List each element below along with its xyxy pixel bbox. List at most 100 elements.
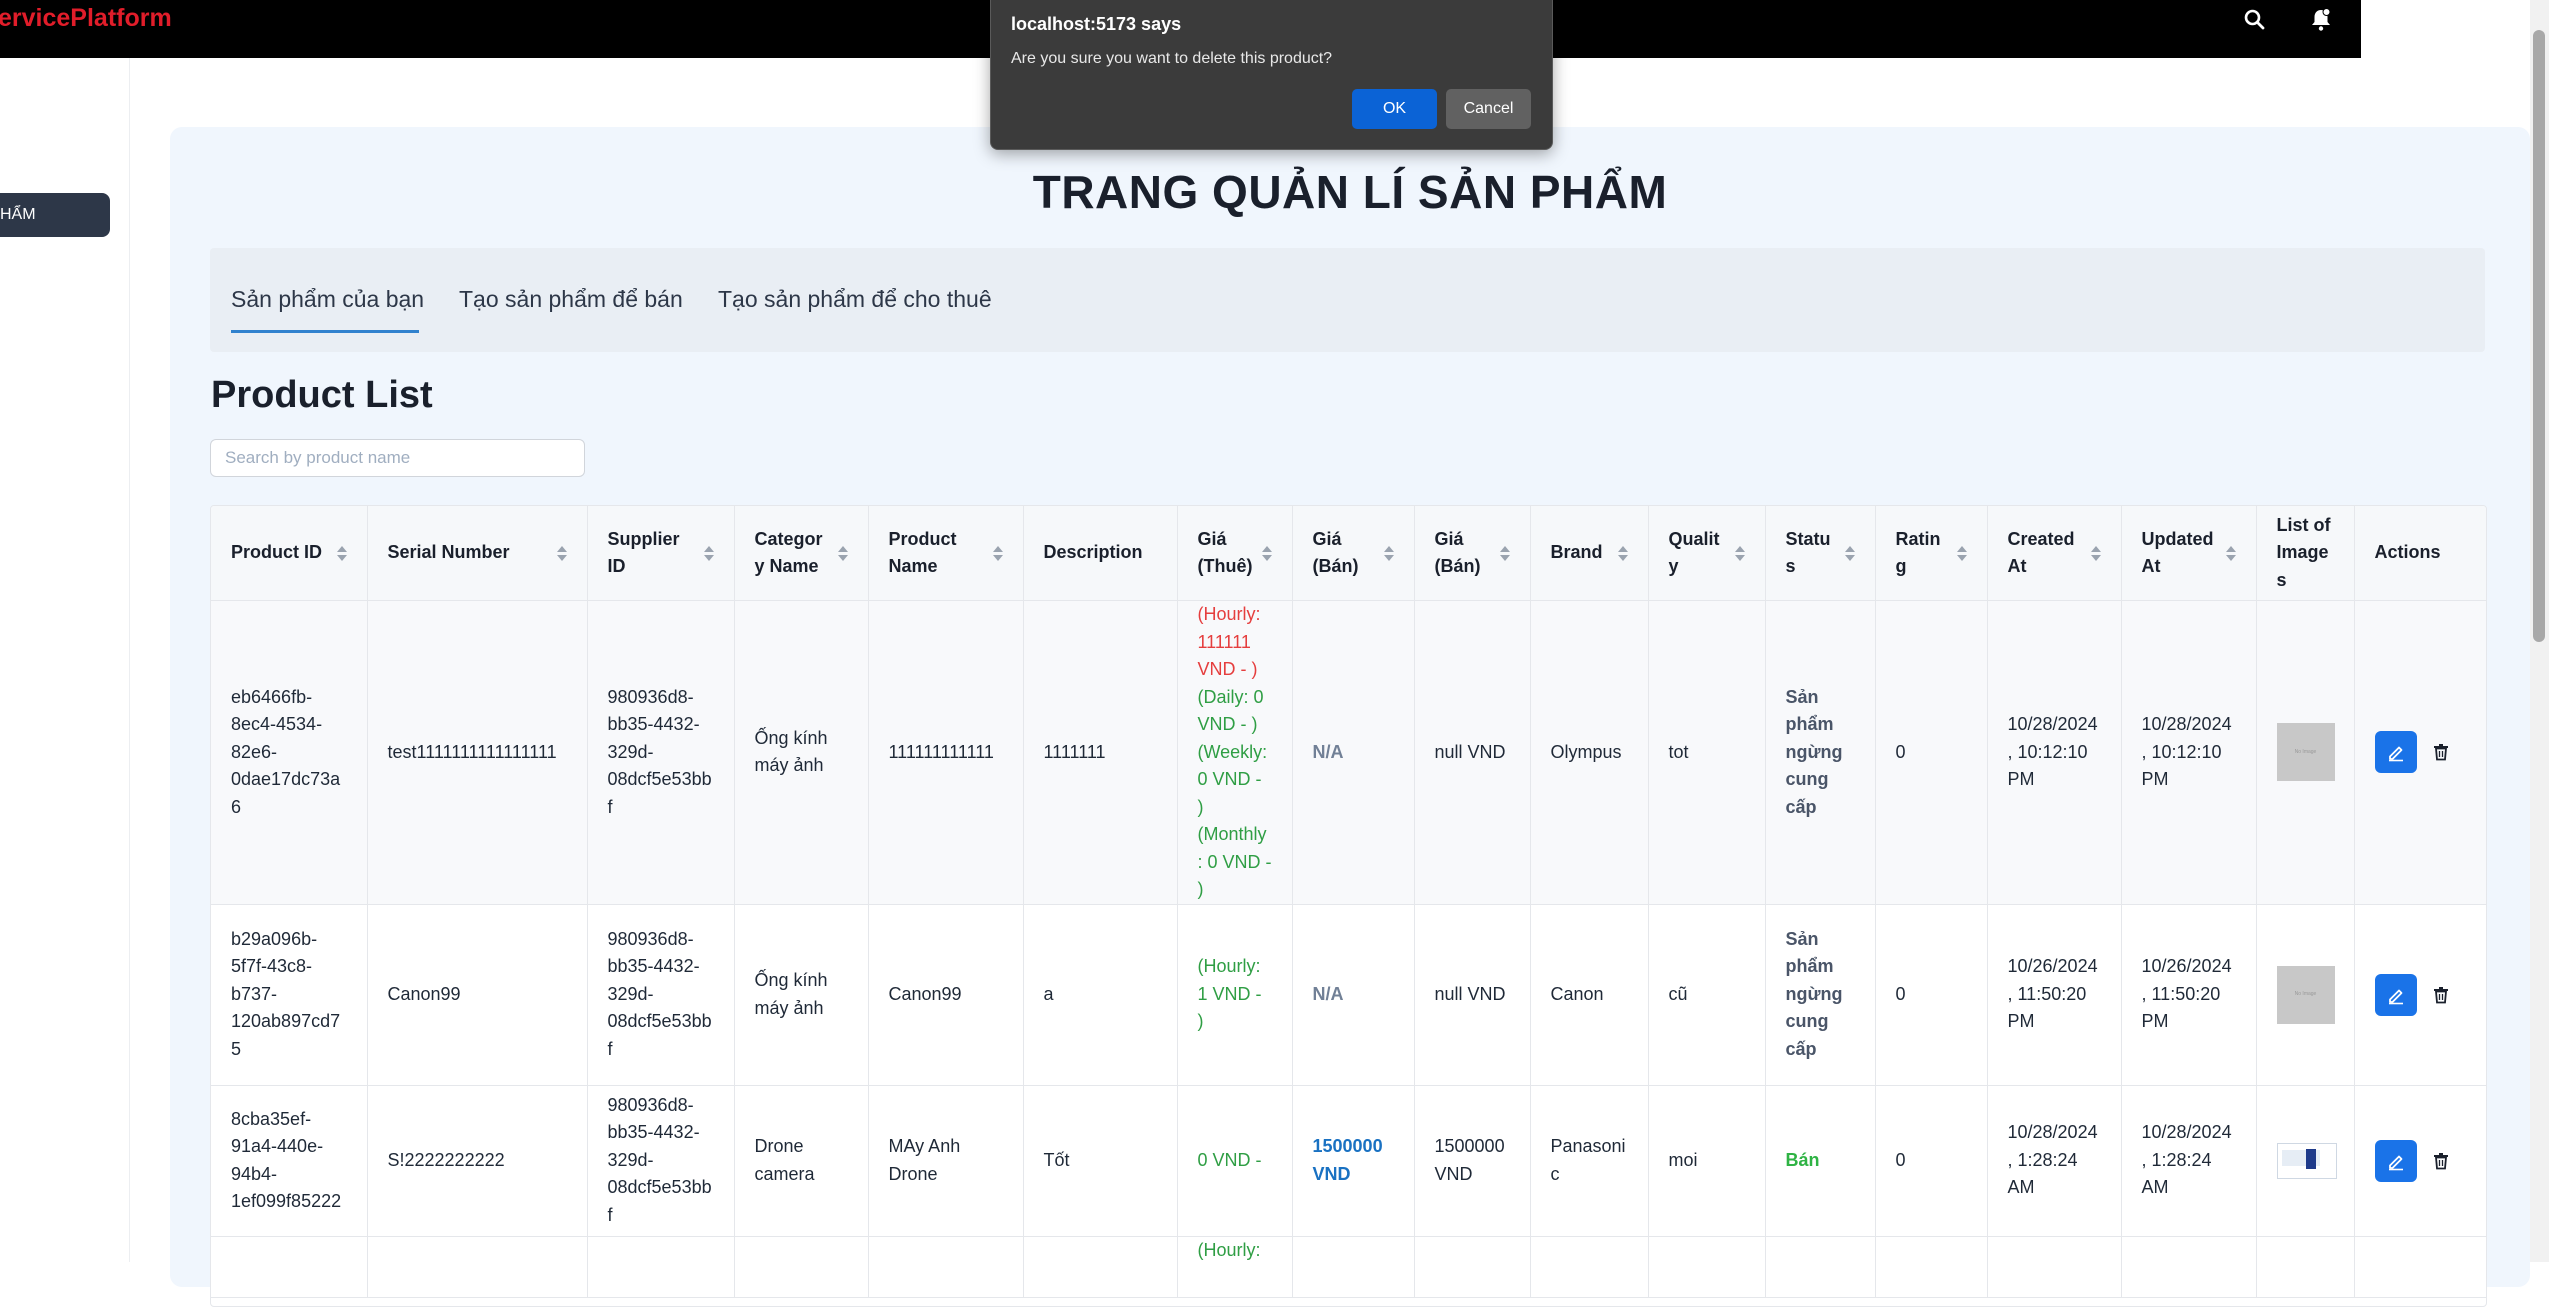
column-header-content[interactable]: Serial Number <box>388 539 567 567</box>
column-header-content[interactable]: Product ID <box>231 539 347 567</box>
pencil-icon <box>2388 746 2403 762</box>
product-id-cell-text: eb6466fb-8ec4-4534-82e6-0dae17dc73a6 <box>231 686 341 817</box>
column-header-content[interactable]: Giá (Bán) <box>1435 526 1510 581</box>
bell-icon[interactable] <box>2307 6 2335 34</box>
search-icon[interactable] <box>2241 6 2269 34</box>
sort-icon[interactable] <box>336 545 347 561</box>
updated-at-cell <box>2121 1236 2257 1298</box>
product-image-placeholder[interactable]: No Image <box>2276 723 2335 782</box>
rating-cell: 0 <box>1875 600 1988 905</box>
product-id-cell-text: 8cba35ef-91a4-440e-94b4-1ef099f85222 <box>231 1108 342 1212</box>
tab-create-sale-product[interactable]: Tạo sản phẩm để bán <box>459 286 683 313</box>
scrollbar-thumb[interactable] <box>2533 30 2545 642</box>
product-image-thumbnail[interactable] <box>2276 1142 2337 1179</box>
product-name-cell: 111111111111 <box>868 600 1024 905</box>
pencil-icon <box>2388 989 2403 1004</box>
product-name-cell-text: MAy Anh Drone <box>888 1136 961 1184</box>
edit-button[interactable] <box>2374 1139 2417 1182</box>
confirm-dialog: localhost:5173 says Are you sure you wan… <box>990 0 1553 150</box>
sort-icon[interactable] <box>837 545 848 561</box>
column-header: List of Images <box>2256 506 2355 601</box>
status-cell-text: Sản phẩm ngừng cung cấp <box>1785 686 1843 817</box>
placeholder-label: No Image <box>2294 748 2317 755</box>
quality-cell: cũ <box>1648 904 1766 1086</box>
column-header-content[interactable]: Product Name <box>889 526 1003 581</box>
brand-logo[interactable]: ervicePlatform <box>0 4 172 33</box>
created-at-cell: 10/28/2024, 10:12:10 PM <box>1987 600 2122 905</box>
rating-cell: 0 <box>1875 904 1988 1086</box>
price-cell: null VND <box>1414 600 1531 905</box>
brand-cell-text: Canon <box>1550 983 1604 1004</box>
column-header-content[interactable]: Giá (Bán) <box>1313 526 1394 581</box>
created-at-cell-text: 10/28/2024, 10:12:10 PM <box>2007 714 2098 789</box>
delete-button[interactable] <box>2429 1149 2453 1173</box>
search-input[interactable] <box>210 439 585 477</box>
column-header: Giá (Bán) <box>1414 506 1531 601</box>
sort-icon[interactable] <box>992 545 1003 561</box>
supplier-id-cell-text: 980936d8-bb35-4432-329d-08dcf5e53bbf <box>607 686 712 817</box>
column-header-label: Rating <box>1895 528 1941 577</box>
created-at-cell-text: 10/26/2024, 11:50:20 PM <box>2007 956 2098 1032</box>
column-header: Product Name <box>868 506 1024 601</box>
delete-button[interactable] <box>2429 983 2453 1007</box>
sort-icon[interactable] <box>2225 545 2236 561</box>
tab-your-products[interactable]: Sản phẩm của bạn <box>231 286 424 313</box>
updated-at-cell: 10/26/2024, 11:50:20 PM <box>2121 904 2257 1086</box>
sort-icon[interactable] <box>1261 545 1272 561</box>
column-header-content: Description <box>1044 539 1157 567</box>
column-header-content[interactable]: Brand <box>1551 539 1628 567</box>
sort-icon[interactable] <box>1617 545 1628 561</box>
sale-price-cell-text: N/A <box>1312 741 1344 762</box>
column-header-content[interactable]: Supplier ID <box>608 526 714 581</box>
ok-button[interactable]: OK <box>1352 89 1437 129</box>
tab-create-rental-product[interactable]: Tạo sản phẩm để cho thuê <box>718 286 992 313</box>
description-cell-text: Tốt <box>1043 1149 1070 1170</box>
sort-icon[interactable] <box>556 545 567 561</box>
brand-cell: Olympus <box>1530 600 1649 905</box>
table-row: (Hourly: <box>211 1236 2486 1298</box>
product-id-cell: eb6466fb-8ec4-4534-82e6-0dae17dc73a6 <box>211 600 368 905</box>
delete-button[interactable] <box>2429 740 2453 764</box>
column-header-content[interactable]: Status <box>1786 526 1855 581</box>
column-header-content[interactable]: Updated At <box>2142 526 2236 581</box>
sort-icon[interactable] <box>1734 545 1745 561</box>
rental-price-line: (Weekly: 0 VND - ) <box>1197 741 1268 817</box>
rating-cell-text: 0 <box>1895 741 1906 762</box>
column-header-content[interactable]: Rating <box>1896 526 1967 581</box>
sort-icon[interactable] <box>2090 545 2101 561</box>
brand-cell <box>1530 1236 1649 1298</box>
supplier-id-cell-text: 980936d8-bb35-4432-329d-08dcf5e53bbf <box>607 928 712 1059</box>
sidebar-item-products[interactable]: HẨM <box>0 193 110 237</box>
column-header: Brand <box>1530 506 1649 601</box>
product-name-cell: MAy Anh Drone <box>868 1085 1024 1237</box>
column-header-content[interactable]: Created At <box>2008 526 2101 581</box>
sort-icon[interactable] <box>1956 545 1967 561</box>
column-header-label: Giá (Bán) <box>1312 528 1359 577</box>
column-header-content[interactable]: Category Name <box>755 526 848 581</box>
sort-icon[interactable] <box>1383 545 1394 561</box>
product-image-placeholder[interactable]: No Image <box>2276 965 2335 1024</box>
product-list-title: Product List <box>211 374 433 416</box>
sort-icon[interactable] <box>1844 545 1855 561</box>
supplier-id-cell-text: 980936d8-bb35-4432-329d-08dcf5e53bbf <box>607 1094 712 1225</box>
column-header-label: Brand <box>1550 542 1603 563</box>
sale-price-cell: 1500000 VND <box>1292 1085 1415 1237</box>
trash-icon <box>2433 986 2448 1003</box>
price-cell-text: null VND <box>1434 983 1506 1004</box>
supplier-id-cell: 980936d8-bb35-4432-329d-08dcf5e53bbf <box>587 1085 735 1237</box>
sort-icon[interactable] <box>1499 545 1510 561</box>
cancel-button[interactable]: Cancel <box>1446 89 1531 129</box>
price-cell-text: null VND <box>1434 741 1506 762</box>
status-cell <box>1765 1236 1876 1298</box>
sort-icon[interactable] <box>703 545 714 561</box>
edit-button[interactable] <box>2374 973 2417 1016</box>
edit-button[interactable] <box>2374 731 2417 774</box>
table-body: eb6466fb-8ec4-4534-82e6-0dae17dc73a6 test… <box>211 600 2486 1298</box>
category-cell-text: Drone camera <box>754 1136 815 1184</box>
table-row: 8cba35ef-91a4-440e-94b4-1ef099f85222 S!22… <box>211 1085 2486 1237</box>
column-header-content[interactable]: Quality <box>1669 526 1745 581</box>
column-header-content[interactable]: Giá (Thuê) <box>1198 526 1272 581</box>
category-cell: Ống kính máy ảnh <box>734 904 869 1086</box>
quality-cell <box>1648 1236 1766 1298</box>
price-cell <box>1414 1236 1531 1298</box>
